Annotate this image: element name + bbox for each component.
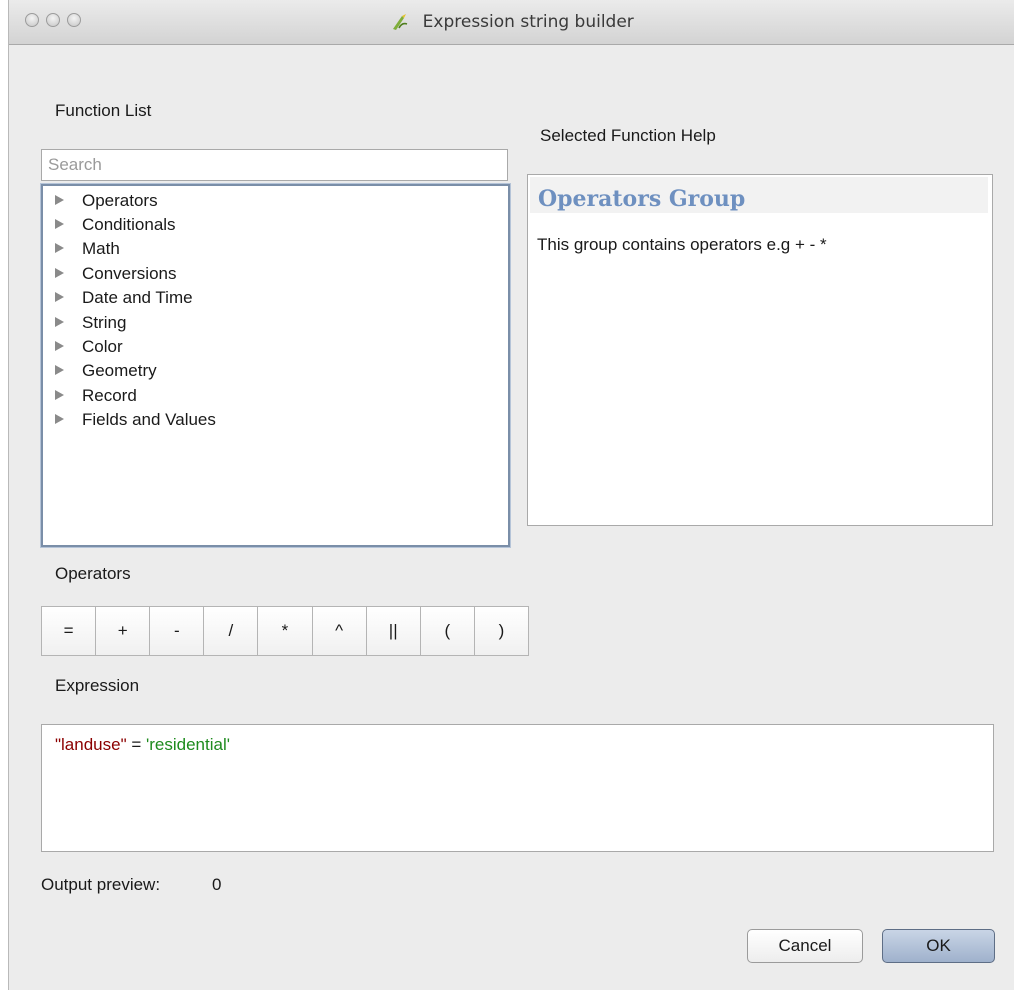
tree-item-color[interactable]: Color [55,337,123,361]
operator-minus-button[interactable]: - [150,607,205,655]
expand-arrow-icon[interactable] [55,219,64,229]
tree-item-string[interactable]: String [55,313,126,337]
tree-item-label: Date and Time [82,288,193,307]
window-title-wrap: Expression string builder [9,12,1014,32]
expand-arrow-icon[interactable] [55,268,64,278]
expression-field-token: "landuse" [55,735,127,754]
ok-button[interactable]: OK [882,929,995,963]
operator-plus-button[interactable]: + [96,607,151,655]
cancel-button[interactable]: Cancel [747,929,863,963]
tree-item-label: Record [82,386,137,405]
window-title: Expression string builder [422,12,634,32]
qgis-expression-icon [390,12,410,32]
help-title: Operators Group [538,186,746,212]
expression-text: "landuse" = 'residential' [55,735,230,755]
operator-button-bar: = + - / * ^ || ( ) [41,606,529,656]
expression-label: Expression [55,676,140,695]
operator-equals-button[interactable]: = [42,607,97,655]
tree-item-label: Color [82,337,123,356]
tree-item-operators[interactable]: Operators [55,191,158,215]
help-description: This group contains operators e.g + - * [537,235,827,254]
output-preview-label: Output preview: [41,875,161,894]
expand-arrow-icon[interactable] [55,317,64,327]
function-list-tree[interactable]: Operators Conditionals Math Conversions … [41,184,510,547]
tree-item-fields-and-values[interactable]: Fields and Values [55,410,216,434]
title-bar: Expression string builder [9,0,1014,45]
tree-item-math[interactable]: Math [55,239,120,263]
operator-multiply-button[interactable]: * [258,607,313,655]
tree-item-label: Geometry [82,361,157,380]
tree-item-record[interactable]: Record [55,386,137,410]
expression-value-token: 'residential' [146,735,230,754]
expression-builder-window: Expression string builder Function List … [8,0,1014,990]
tree-item-label: Fields and Values [82,410,216,429]
expand-arrow-icon[interactable] [55,292,64,302]
function-help-label: Selected Function Help [540,126,716,145]
operator-close-paren-button[interactable]: ) [474,607,528,655]
expand-arrow-icon[interactable] [55,195,64,205]
operator-open-paren-button[interactable]: ( [420,607,475,655]
expand-arrow-icon[interactable] [55,365,64,375]
operator-power-button[interactable]: ^ [312,607,367,655]
function-help-panel: Operators Group This group contains oper… [527,174,993,526]
expand-arrow-icon[interactable] [55,390,64,400]
operators-label: Operators [55,564,131,583]
tree-item-label: Conditionals [82,215,176,234]
function-list-label: Function List [55,101,152,120]
expand-arrow-icon[interactable] [55,243,64,253]
output-preview-value: 0 [212,875,222,894]
tree-item-conditionals[interactable]: Conditionals [55,215,176,239]
expression-editor[interactable]: "landuse" = 'residential' [41,724,994,852]
expand-arrow-icon[interactable] [55,341,64,351]
tree-item-label: Operators [82,191,158,210]
tree-item-conversions[interactable]: Conversions [55,264,177,288]
tree-item-label: String [82,313,127,332]
tree-item-date-and-time[interactable]: Date and Time [55,288,193,312]
tree-item-geometry[interactable]: Geometry [55,361,157,385]
tree-item-label: Conversions [82,264,177,283]
expression-operator-token: = [126,735,146,754]
function-search-input[interactable] [41,149,508,181]
operator-divide-button[interactable]: / [204,607,259,655]
tree-item-label: Math [82,239,120,258]
help-header: Operators Group [530,177,988,213]
expand-arrow-icon[interactable] [55,414,64,424]
operator-concat-button[interactable]: || [366,607,421,655]
